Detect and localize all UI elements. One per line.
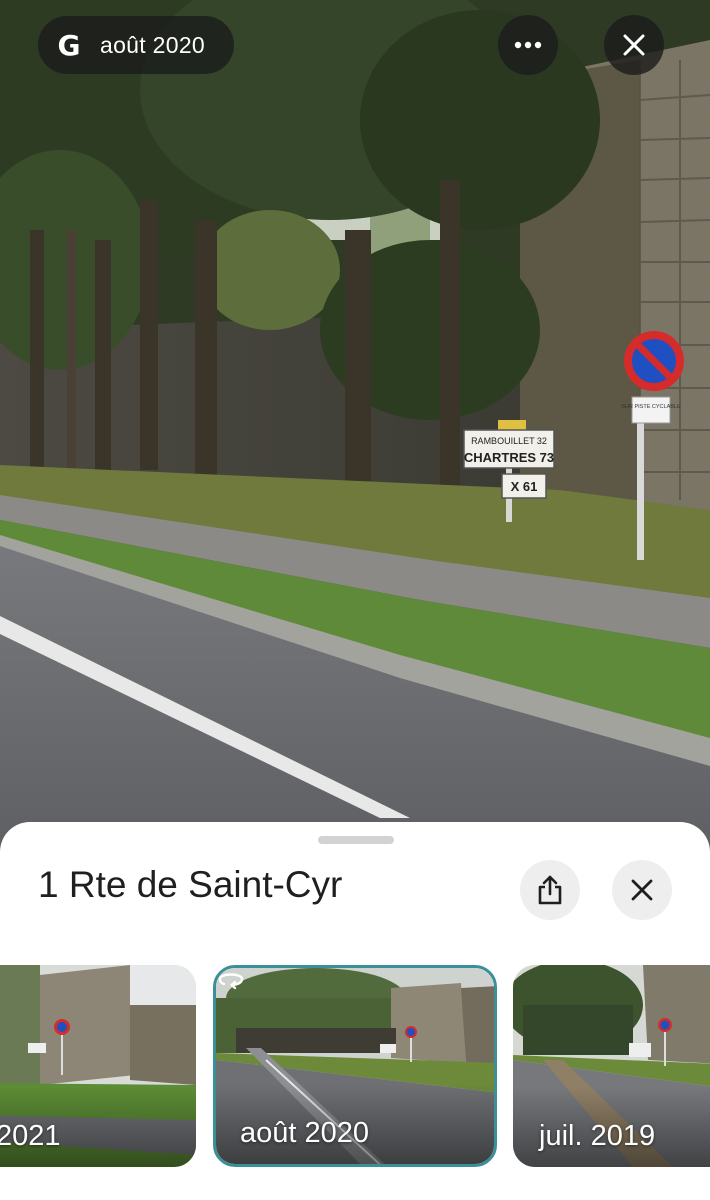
sign-route-number: X 61 xyxy=(511,479,538,494)
sheet-drag-handle[interactable] xyxy=(318,836,394,844)
share-icon xyxy=(538,875,562,905)
thumbnail-date: 2021 xyxy=(0,1120,61,1152)
google-logo: G xyxy=(57,28,81,62)
imagery-date-label: août 2020 xyxy=(100,31,206,58)
close-icon xyxy=(631,879,653,901)
share-button[interactable] xyxy=(520,860,580,920)
thumbnail-date: août 2020 xyxy=(240,1117,370,1149)
bottom-sheet: 1 Rte de Saint-Cyr 2021 août 2020 juil. … xyxy=(0,822,710,1200)
sign-destination-chartres: CHARTRES 73 xyxy=(464,450,554,465)
history-thumbnail[interactable]: juil. 2019 xyxy=(513,965,710,1167)
more-options-button[interactable] xyxy=(498,15,558,75)
close-sheet-button[interactable] xyxy=(612,860,672,920)
imagery-date-chip[interactable]: G août 2020 xyxy=(38,16,234,74)
history-thumbnail-selected[interactable]: août 2020 xyxy=(213,965,497,1167)
close-street-view-button[interactable] xyxy=(604,15,664,75)
sign-destination-rambouillet: RAMBOUILLET 32 xyxy=(471,436,547,446)
more-horizontal-icon xyxy=(514,41,542,49)
street-view-panorama[interactable]: RAMBOUILLET 32 CHARTRES 73 X 61 SUR PIST… xyxy=(0,0,710,860)
panorama-360-icon xyxy=(218,973,244,990)
address-title: 1 Rte de Saint-Cyr xyxy=(38,864,343,905)
sign-subplate-text: SUR PISTE CYCLABLE xyxy=(621,404,681,410)
close-icon xyxy=(623,34,645,56)
history-thumbnail[interactable]: 2021 xyxy=(0,965,196,1167)
thumbnail-date: juil. 2019 xyxy=(539,1120,656,1152)
